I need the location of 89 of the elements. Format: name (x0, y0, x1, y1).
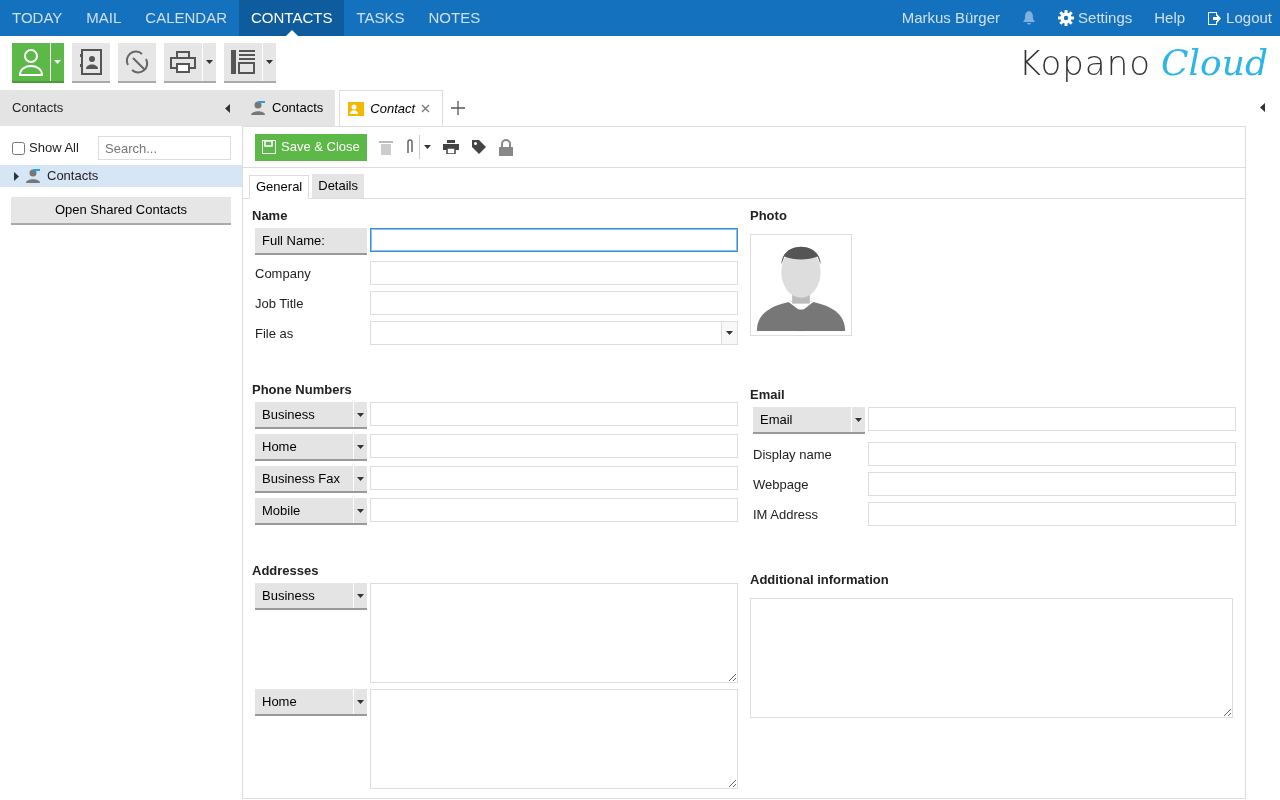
caret-icon[interactable] (855, 417, 862, 422)
address-type-dropdown[interactable]: Business (255, 583, 367, 610)
field-label: Job Title (255, 295, 305, 313)
expand-icon[interactable] (14, 171, 19, 181)
caret-icon[interactable] (357, 593, 364, 598)
field-label: IM Address (753, 506, 820, 524)
address-book-icon (79, 49, 103, 75)
tab-label: Contact (370, 99, 416, 118)
section-title: Email (749, 386, 786, 405)
nav-tab[interactable]: TODAY (0, 0, 75, 36)
nav-tab[interactable]: NOTES (416, 0, 493, 36)
nav-tab[interactable]: TASKS (344, 0, 417, 36)
phone-field[interactable] (370, 402, 738, 426)
close-icon[interactable] (421, 104, 431, 113)
bell-icon[interactable] (1022, 10, 1037, 26)
collapse-icon[interactable] (1260, 103, 1265, 112)
tag-icon[interactable] (470, 139, 487, 155)
email-type-dropdown[interactable]: Email (753, 407, 865, 434)
save-icon (262, 140, 276, 154)
refresh-button[interactable] (118, 43, 156, 83)
phone-field[interactable] (370, 434, 738, 458)
layout-icon (230, 49, 256, 75)
help-link[interactable]: Help (1154, 6, 1186, 30)
phone-field[interactable] (370, 498, 738, 522)
address-field[interactable] (370, 689, 738, 789)
address-type-dropdown[interactable]: Home (255, 689, 367, 716)
phone-type-dropdown[interactable]: Business Fax (255, 466, 367, 493)
printer-icon[interactable] (442, 140, 459, 154)
sidebar-title: Contacts (12, 99, 64, 118)
caret-icon[interactable] (266, 60, 273, 64)
section-title: Photo (749, 207, 788, 226)
address-book-button[interactable] (72, 43, 110, 83)
address-field[interactable] (370, 583, 738, 683)
subtab[interactable]: Details (312, 174, 364, 198)
new-contact-button[interactable] (12, 43, 64, 83)
printer-icon (170, 51, 196, 73)
tree-item[interactable]: Contacts (0, 165, 242, 187)
nav-tab[interactable]: CONTACTS (239, 0, 345, 36)
field-label: Webpage (753, 476, 810, 494)
paperclip-icon[interactable] (404, 139, 415, 155)
caret-icon[interactable] (357, 476, 364, 481)
caret-icon[interactable] (357, 508, 364, 513)
field-label: File as (255, 325, 295, 343)
field-label: Company (255, 265, 312, 283)
print-button[interactable] (164, 43, 216, 83)
collapse-icon[interactable] (225, 103, 230, 113)
section-title: Additional information (749, 571, 890, 590)
nav-tab[interactable]: CALENDAR (133, 0, 239, 36)
section-title: Phone Numbers (251, 381, 353, 400)
search-field[interactable]: Search... (98, 136, 231, 160)
tab-label: Contacts (272, 99, 324, 118)
section-title: Addresses (251, 562, 320, 581)
phone-type-dropdown[interactable]: Mobile (255, 498, 367, 525)
open-shared-button[interactable]: Open Shared Contacts (11, 197, 231, 225)
user-name[interactable]: Markus Bürger (901, 6, 1001, 30)
caret-icon[interactable] (357, 699, 364, 704)
caret-icon[interactable] (206, 60, 213, 64)
nav-tab[interactable]: MAIL (74, 0, 134, 36)
tree-label: Contacts (47, 167, 99, 186)
caret-icon[interactable] (726, 331, 733, 335)
settings-icon (1058, 10, 1075, 26)
settings-link[interactable]: Settings (1058, 6, 1133, 30)
caret-icon[interactable] (423, 145, 431, 149)
phone-field[interactable] (370, 466, 738, 490)
text-field[interactable] (370, 228, 738, 252)
logo-script: Cloud (1161, 41, 1268, 85)
contact-card-icon (348, 101, 365, 116)
checkbox-label: Show All (29, 139, 79, 158)
show-all-checkbox[interactable] (12, 141, 25, 155)
caret-icon[interactable] (357, 444, 364, 449)
tab[interactable]: Contacts (242, 90, 336, 126)
tab[interactable]: Contact (339, 90, 444, 126)
lock-icon[interactable] (498, 138, 513, 156)
caret-icon[interactable] (357, 412, 364, 417)
logo-word: Kopano (1018, 41, 1152, 85)
contacts-icon (250, 100, 266, 116)
logout-link[interactable]: Logout (1207, 6, 1272, 30)
additional-info-field[interactable] (750, 598, 1233, 718)
logout-icon (1207, 10, 1223, 26)
section-title: Name (251, 207, 289, 226)
contact-folder-icon (25, 168, 41, 184)
phone-type-dropdown[interactable]: Home (255, 434, 367, 461)
add-tab-icon[interactable] (451, 101, 466, 115)
field-label-button[interactable]: Full Name: (255, 228, 367, 255)
subtab[interactable]: General (249, 175, 310, 199)
field-label: Display name (753, 446, 833, 464)
person-icon (18, 48, 44, 76)
phone-type-dropdown[interactable]: Business (255, 402, 367, 429)
layout-button[interactable] (224, 43, 276, 83)
